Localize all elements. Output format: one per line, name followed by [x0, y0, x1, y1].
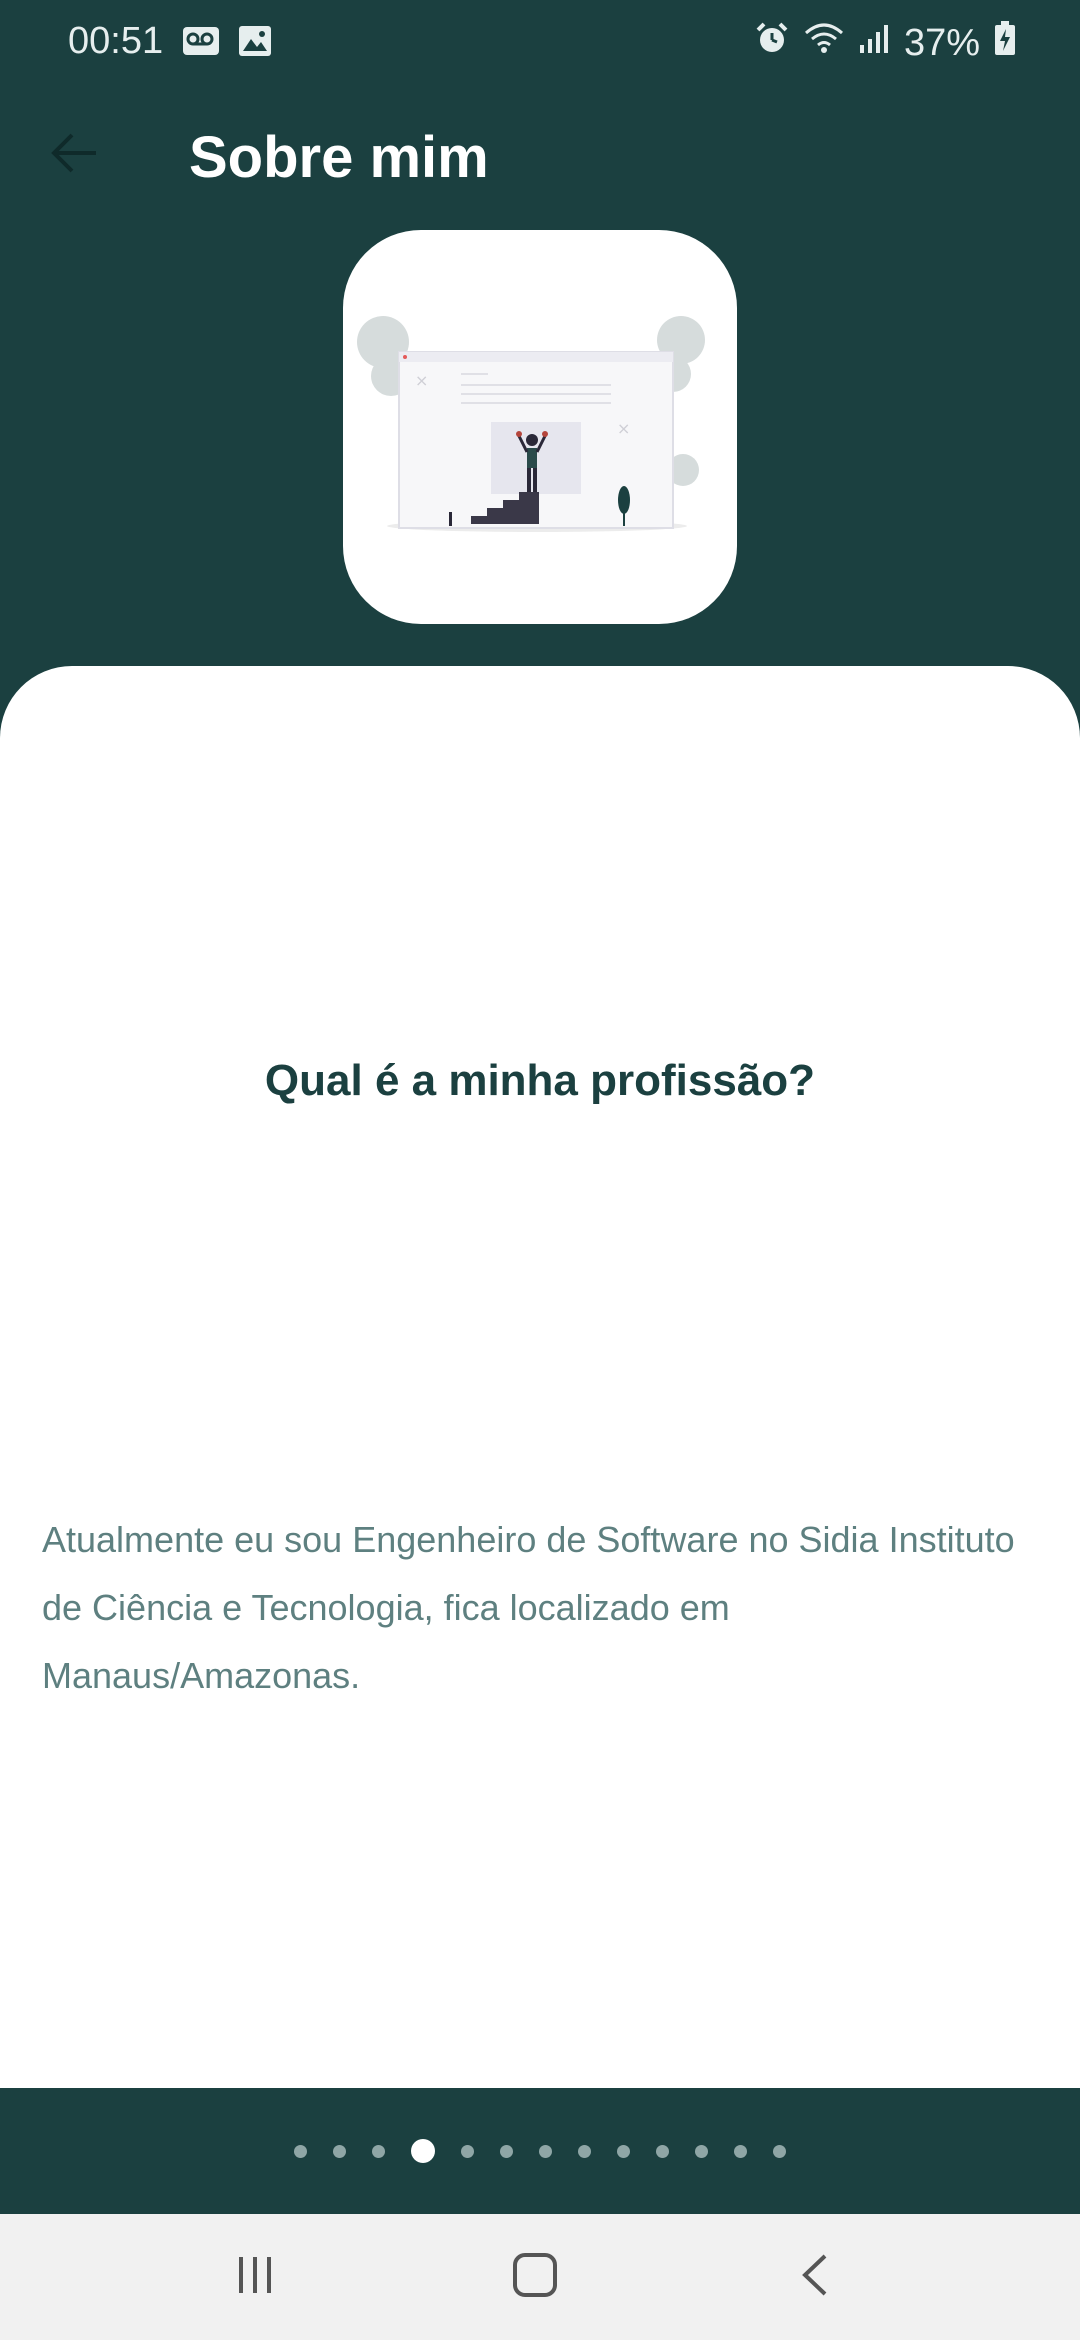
content-sheet	[0, 666, 1080, 2088]
page-dot[interactable]	[695, 2144, 708, 2158]
hero-card: × ×	[343, 230, 737, 624]
page-dot[interactable]	[734, 2144, 747, 2158]
page-dot[interactable]	[578, 2144, 591, 2158]
svg-text:×: ×	[617, 419, 630, 438]
app-bar: Sobre mim	[0, 100, 1080, 220]
back-icon	[799, 2252, 831, 2303]
battery-percent: 37%	[903, 21, 980, 64]
home-icon	[511, 2251, 559, 2304]
alarm-icon	[754, 20, 790, 66]
page-dot[interactable]	[372, 2144, 385, 2158]
page-dot[interactable]	[773, 2144, 786, 2158]
home-button[interactable]	[495, 2242, 575, 2312]
recents-icon	[233, 2255, 277, 2300]
svg-text:×: ×	[415, 371, 428, 390]
status-bar: 00:51 37%	[0, 0, 1080, 84]
system-nav-bar	[0, 2214, 1080, 2340]
system-back-button[interactable]	[775, 2242, 855, 2312]
status-system-icons: 37%	[754, 20, 1016, 66]
person-on-stairs-illustration: × ×	[357, 316, 705, 532]
page-dot-active[interactable]	[411, 2139, 435, 2163]
signal-icon	[858, 22, 890, 65]
page-dot[interactable]	[461, 2144, 474, 2158]
status-notification-icons	[182, 24, 272, 67]
question-heading: Qual é a minha profissão?	[264, 1056, 816, 1105]
page-dot[interactable]	[500, 2144, 513, 2158]
wifi-icon	[804, 21, 844, 65]
page-dot[interactable]	[294, 2144, 307, 2158]
image-icon	[238, 24, 272, 67]
page-dot[interactable]	[539, 2144, 552, 2158]
recents-button[interactable]	[215, 2242, 295, 2312]
page-indicator-bar	[0, 2088, 1080, 2214]
arrow-left-icon	[50, 131, 100, 180]
back-button[interactable]	[40, 120, 110, 190]
voicemail-icon	[182, 24, 220, 67]
page-dot[interactable]	[656, 2144, 669, 2158]
page-dot[interactable]	[333, 2144, 346, 2158]
status-time: 00:51	[68, 20, 164, 62]
page-dot[interactable]	[617, 2144, 630, 2158]
page-indicator	[0, 2088, 1080, 2214]
answer-text: Atualmente eu sou Engenheiro de Software…	[42, 1519, 1015, 1696]
battery-icon	[994, 20, 1016, 66]
page-title: Sobre mim	[189, 125, 489, 190]
